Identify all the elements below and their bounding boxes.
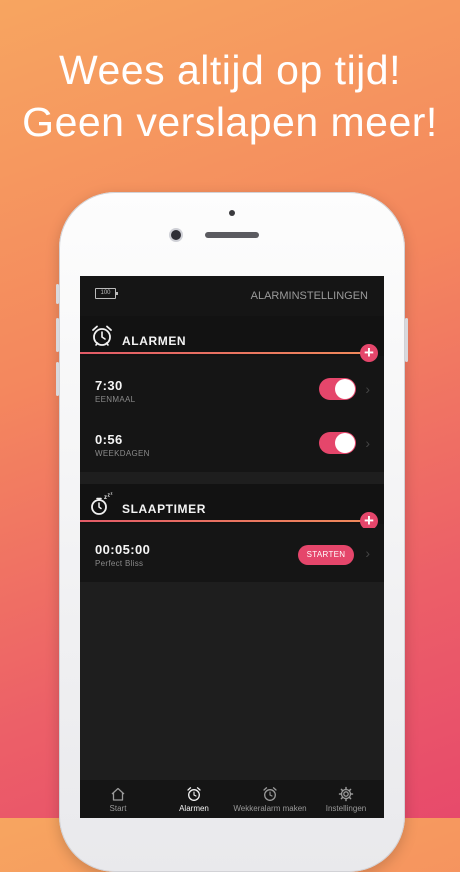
tab-instellingen[interactable]: Instellingen — [308, 780, 384, 818]
nav-bar: 100 ALARMINSTELLINGEN — [80, 276, 384, 316]
power-button — [405, 318, 408, 362]
alarm-row[interactable]: 7:30 EENMAAL › — [80, 364, 384, 418]
alarm-time: 0:56 — [95, 432, 123, 447]
sleeptimer-section-header: z z z SLAAPTIMER + — [80, 484, 384, 530]
section-underline — [80, 520, 368, 522]
volume-up-button — [56, 318, 59, 352]
home-icon — [111, 787, 125, 801]
tab-bar: Start Alarmen Wekkeralarm maken Instelli… — [80, 780, 384, 818]
tab-label: Wekkeralarm maken — [233, 804, 307, 813]
alarm-repeat: EENMAAL — [95, 395, 136, 404]
chevron-right-icon: › — [365, 381, 370, 397]
alarm-time: 7:30 — [95, 378, 123, 393]
sleeptimer-row[interactable]: 00:05:00 Perfect Bliss STARTEN › — [80, 528, 384, 582]
tab-label: Start — [109, 804, 127, 813]
volume-down-button — [56, 362, 59, 396]
alarm-row[interactable]: 0:56 WEEKDAGEN › — [80, 418, 384, 472]
front-camera — [171, 230, 181, 240]
headline-line-1: Wees altijd op tijd! — [59, 47, 401, 93]
toggle-knob — [335, 433, 355, 453]
alarm-settings-icon — [263, 787, 277, 801]
sleeptimer-section-title: SLAAPTIMER — [122, 502, 206, 516]
gear-icon — [338, 786, 354, 802]
stopwatch-zzz-icon: z z z — [91, 492, 113, 515]
battery-icon: 100 — [95, 288, 118, 299]
section-gap — [80, 472, 384, 484]
app-screen: 100 ALARMINSTELLINGEN ALARMEN + 7:30 EEN… — [80, 276, 384, 818]
tab-wekkeralarm-maken[interactable]: Wekkeralarm maken — [232, 780, 308, 818]
chevron-right-icon: › — [365, 435, 370, 451]
alarm-repeat: WEEKDAGEN — [95, 449, 150, 458]
alarms-section-header: ALARMEN + — [80, 316, 384, 362]
sleeptimer-time: 00:05:00 — [95, 542, 151, 557]
section-underline — [80, 352, 368, 354]
mute-switch — [56, 284, 59, 304]
svg-text:z: z — [111, 492, 113, 496]
tab-label: Alarmen — [179, 804, 209, 813]
alarm-toggle[interactable] — [319, 378, 356, 400]
alarm-clock-icon — [187, 787, 201, 801]
start-button[interactable]: STARTEN — [298, 545, 354, 565]
tab-label: Instellingen — [325, 804, 367, 813]
tab-alarmen[interactable]: Alarmen — [156, 780, 232, 818]
earpiece-speaker — [205, 232, 259, 238]
alarms-section-title: ALARMEN — [122, 334, 187, 348]
sleeptimer-sound: Perfect Bliss — [95, 559, 144, 568]
tab-start[interactable]: Start — [80, 780, 156, 818]
headline-line-2: Geen verslapen meer! — [22, 99, 438, 145]
page-title: ALARMINSTELLINGEN — [250, 290, 368, 302]
chevron-right-icon: › — [365, 545, 370, 561]
toggle-knob — [335, 379, 355, 399]
spacer — [80, 356, 384, 364]
alarm-clock-icon — [92, 325, 112, 346]
proximity-sensor — [229, 210, 235, 216]
add-alarm-button[interactable]: + — [360, 344, 378, 362]
alarm-toggle[interactable] — [319, 432, 356, 454]
